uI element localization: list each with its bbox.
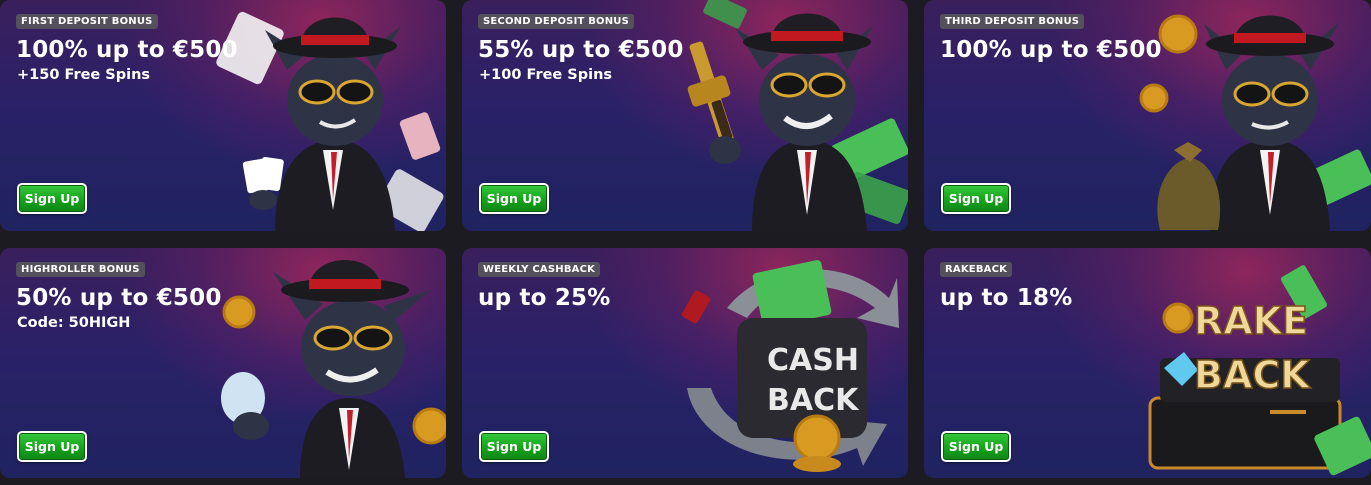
promo-headline: up to 25% bbox=[478, 285, 611, 311]
promo-headline: 100% up to €500 bbox=[940, 37, 1162, 63]
sign-up-button[interactable]: Sign Up bbox=[941, 183, 1011, 214]
promo-badge: FIRST DEPOSIT BONUS bbox=[16, 14, 158, 29]
sign-up-button[interactable]: Sign Up bbox=[17, 431, 87, 462]
promotions-grid: FIRST DEPOSIT BONUS 100% up to €500 +150… bbox=[0, 0, 1371, 485]
rakeback-art-word-2: BACK bbox=[1194, 353, 1311, 397]
promo-headline: 55% up to €500 bbox=[478, 37, 684, 63]
promo-badge: RAKEBACK bbox=[940, 262, 1013, 277]
cat-mobster-diamond-illustration bbox=[221, 260, 446, 478]
rakeback-art-word-1: RAKE bbox=[1194, 299, 1308, 343]
promo-card-rakeback: RAKE BACK RAKEBACK up to 18% Sign Up bbox=[924, 248, 1371, 478]
sign-up-button[interactable]: Sign Up bbox=[941, 431, 1011, 462]
promo-badge: HIGHROLLER BONUS bbox=[16, 262, 145, 277]
sign-up-button[interactable]: Sign Up bbox=[479, 431, 549, 462]
sign-up-button[interactable]: Sign Up bbox=[479, 183, 549, 214]
promo-headline: up to 18% bbox=[940, 285, 1073, 311]
promo-card-weekly-cashback: CASH BACK WEEKLY CASHBACK up to 25% Sign… bbox=[462, 248, 908, 478]
sign-up-button[interactable]: Sign Up bbox=[17, 183, 87, 214]
cat-mobster-cards-illustration bbox=[216, 11, 444, 231]
promo-card-first-deposit: FIRST DEPOSIT BONUS 100% up to €500 +150… bbox=[0, 0, 446, 231]
cat-mobster-moneybag-illustration bbox=[1139, 14, 1371, 231]
promo-badge: SECOND DEPOSIT BONUS bbox=[478, 14, 635, 29]
promo-headline: 100% up to €500 bbox=[16, 37, 238, 63]
promo-badge: THIRD DEPOSIT BONUS bbox=[940, 14, 1085, 29]
cat-mobster-rifle-illustration bbox=[687, 0, 908, 231]
promo-subtext: +100 Free Spins bbox=[479, 67, 613, 83]
cashback-emblem-illustration: CASH BACK bbox=[681, 260, 899, 472]
promo-card-third-deposit: THIRD DEPOSIT BONUS 100% up to €500 Sign… bbox=[924, 0, 1371, 231]
cashback-art-word-1: CASH bbox=[767, 343, 859, 378]
promo-subtext: +150 Free Spins bbox=[17, 67, 151, 83]
cashback-art-word-2: BACK bbox=[767, 383, 860, 418]
promo-subtext: Code: 50HIGH bbox=[17, 315, 131, 331]
promo-headline: 50% up to €500 bbox=[16, 285, 222, 311]
promo-card-second-deposit: SECOND DEPOSIT BONUS 55% up to €500 +100… bbox=[462, 0, 908, 231]
rakeback-briefcase-illustration: RAKE BACK bbox=[1148, 265, 1371, 476]
promo-badge: WEEKLY CASHBACK bbox=[478, 262, 601, 277]
promo-card-highroller: HIGHROLLER BONUS 50% up to €500 Code: 50… bbox=[0, 248, 446, 478]
